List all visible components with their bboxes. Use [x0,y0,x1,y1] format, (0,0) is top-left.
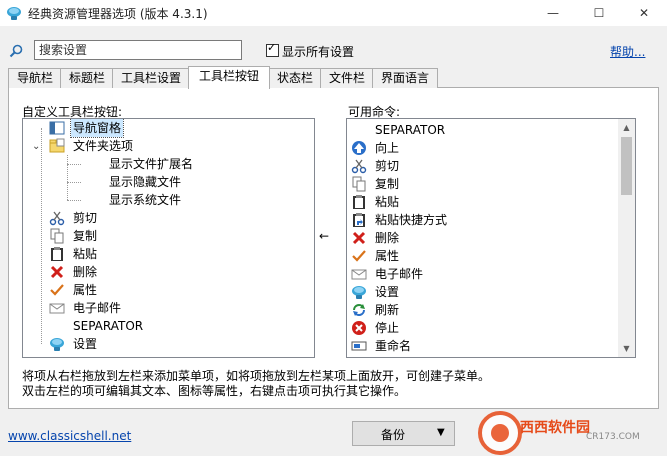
custom-buttons-tree[interactable]: ⌄ 导航窗格 文件夹选项 显示文件扩展名 显示隐藏文件 显示系统文件 剪切 复制 [22,118,315,358]
search-icon [9,44,23,58]
chevron-down-icon[interactable]: ⌄ [32,142,41,152]
tree-guide [67,200,81,201]
available-commands-list[interactable]: SEPARATOR 向上 剪切 复制 粘贴 粘贴快捷方式 删除 属性 电子邮件 … [346,118,636,358]
tab-status-bar[interactable]: 状态栏 [268,68,322,88]
close-button[interactable]: ✕ [621,0,667,26]
settings-icon [50,338,64,351]
list-item-label: 重命名 [375,339,412,353]
tab-toolbar-settings[interactable]: 工具栏设置 [112,68,190,88]
tab-title-bar[interactable]: 标题栏 [60,68,114,88]
stop-icon [352,321,366,335]
maximize-button[interactable]: ☐ [576,0,622,26]
show-all-settings-checkbox[interactable]: ✓ 显示所有设置 [266,41,355,60]
email-icon [351,269,367,280]
website-link[interactable]: www.classicshell.net [8,429,131,443]
delete-icon [50,265,64,279]
tree-item-label: 粘贴 [73,247,98,261]
tree-guide [41,128,42,344]
help-link[interactable]: 帮助... [610,43,645,60]
tree-item-label: 显示系统文件 [109,193,182,207]
properties-icon [352,250,366,262]
list-item-label: 剪切 [375,159,400,173]
list-item-label: 电子邮件 [375,267,424,281]
tree-item-label: 删除 [73,265,98,279]
tab-toolbar-buttons[interactable]: 工具栏按钮 [188,66,270,89]
scroll-down-icon[interactable]: ▼ [618,340,635,357]
scissors-icon [351,159,367,174]
settings-icon [352,286,366,299]
folder-options-icon [49,138,65,153]
tab-language[interactable]: 界面语言 [372,68,438,88]
list-item-label: 停止 [375,321,400,335]
list-item-label: 复制 [375,177,400,191]
search-input[interactable] [34,40,242,60]
tab-file-bar[interactable]: 文件栏 [320,68,374,88]
tree-item-label: 导航窗格 [69,119,125,138]
list-item-label: 刷新 [375,303,400,317]
tree-item-label: 电子邮件 [73,301,122,315]
scissors-icon [49,211,65,226]
properties-icon [50,284,64,296]
tree-guide [67,164,81,165]
checkmark-icon: ✓ [267,41,277,54]
tree-item-label: 复制 [73,229,98,243]
email-icon [49,303,65,314]
title-bar: 经典资源管理器选项 (版本 4.3.1) — ☐ ✕ [0,0,667,26]
list-item-label: SEPARATOR [375,123,446,137]
list-item-label: 设置 [375,285,400,299]
list-item-label: 向上 [375,141,400,155]
list-item-label: 删除 [375,231,400,245]
paste-icon [353,195,365,209]
rename-icon [351,341,367,351]
watermark-text: 西西软件园 [520,420,590,436]
checkbox-box[interactable]: ✓ [266,41,279,57]
tree-guide [67,182,81,183]
backup-button-label: 备份 [380,428,405,442]
app-shell-icon [7,7,21,20]
copy-icon [352,176,366,192]
help-text-line: 双击左栏的项可编辑其文本、图标等属性，右键点击项可执行其它操作。 [22,384,407,398]
tree-item-label: SEPARATOR [73,319,144,333]
tab-nav-bar[interactable]: 导航栏 [8,68,62,88]
backup-button[interactable]: 备份 ▼ [352,421,455,446]
paste-shortcut-icon [353,213,365,227]
window-title: 经典资源管理器选项 (版本 4.3.1) [28,7,208,21]
dropdown-arrow-icon[interactable]: ▼ [437,427,445,438]
tree-item-label: 剪切 [73,211,98,225]
scroll-up-icon[interactable]: ▲ [618,119,635,136]
move-left-arrow: ← [319,229,330,243]
paste-icon [51,247,63,261]
scroll-thumb[interactable] [621,137,632,195]
list-item-label: 粘贴 [375,195,400,209]
tree-guide [67,155,68,200]
list-item-label: 属性 [375,249,400,263]
tree-item-label: 文件夹选项 [73,139,134,153]
show-all-label: 显示所有设置 [282,45,355,59]
refresh-icon [353,304,365,316]
minimize-button[interactable]: — [530,0,576,26]
vertical-scrollbar[interactable]: ▲ ▼ [618,119,635,357]
tree-item-label: 显示隐藏文件 [109,175,182,189]
tree-item-label: 显示文件扩展名 [109,157,194,171]
up-icon [352,141,366,155]
watermark-subtext: CR173.COM [586,432,640,442]
list-item-label: 粘贴快捷方式 [375,213,448,227]
tree-item-label: 属性 [73,283,98,297]
copy-icon [50,228,64,244]
delete-icon [352,231,366,245]
nav-pane-icon [49,121,65,135]
tree-item-label: 设置 [73,337,98,351]
